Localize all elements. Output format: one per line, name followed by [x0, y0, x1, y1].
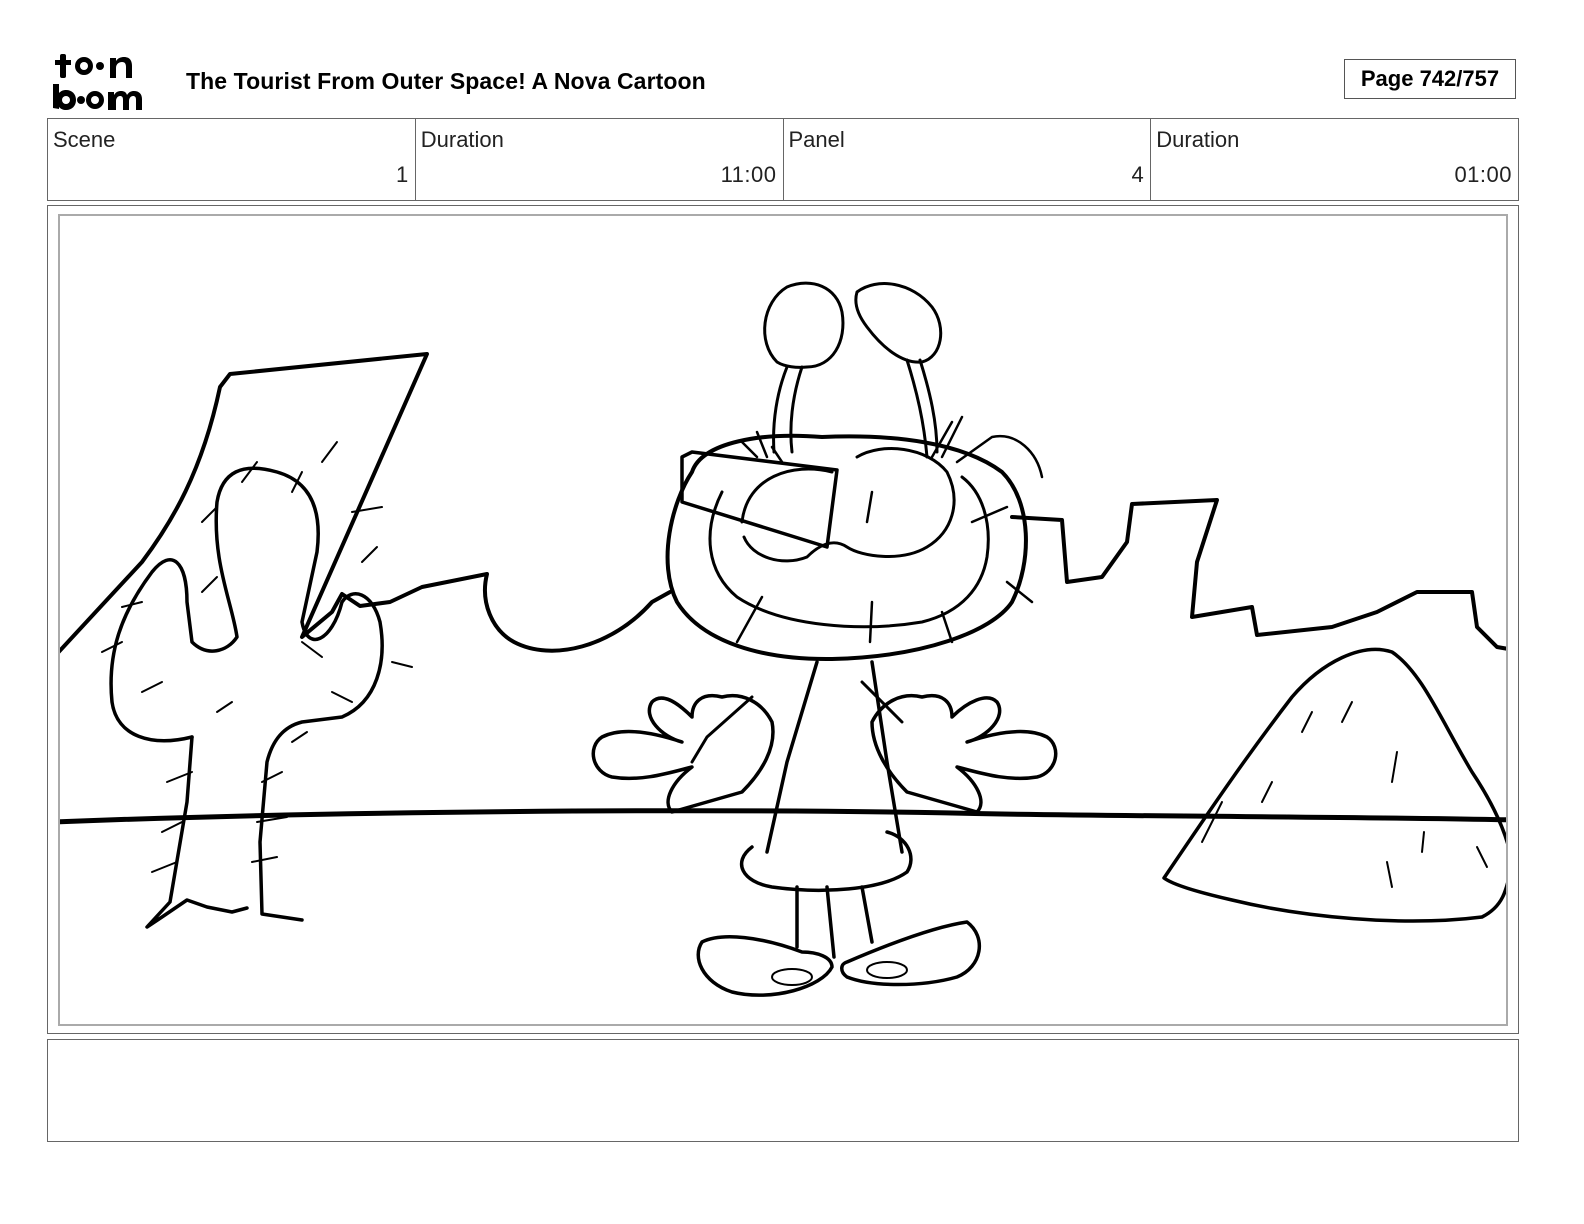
ridge-right [1010, 498, 1506, 651]
panel-label: Panel [788, 127, 845, 152]
left-foot [696, 935, 834, 997]
alien-inner-face [740, 447, 956, 563]
scene-duration-cell: Duration 11:00 [416, 119, 784, 200]
rock-mound [1162, 647, 1506, 923]
right-eye [854, 282, 943, 364]
ground-line [60, 808, 1506, 825]
panel-sketch [60, 281, 1506, 997]
alien-mouth [708, 475, 990, 629]
alien-legs [795, 885, 874, 959]
right-foot [840, 920, 982, 987]
panel-cell: Panel 4 [784, 119, 1152, 200]
panel-duration-label: Duration [1156, 127, 1240, 152]
panel-notes-text [48, 1040, 1518, 1056]
toonboom-logo-mark [53, 54, 142, 110]
right-hand [870, 694, 1058, 814]
cactus [109, 466, 384, 922]
alien-visor [680, 450, 839, 549]
right-toe-pad [866, 961, 908, 979]
alien-mustache-lines [735, 490, 1034, 644]
rock-mound-strokes [1201, 701, 1488, 888]
scene-cell: Scene 1 [48, 119, 416, 200]
left-hand [591, 694, 775, 814]
alien-belly-ring [739, 830, 913, 892]
mesa-outline [60, 352, 672, 654]
scene-label: Scene [53, 127, 116, 152]
page-indicator: Page 742/757 [1344, 59, 1516, 99]
panel-duration-cell: Duration 01:00 [1151, 119, 1518, 200]
panel-notes-box [47, 1039, 1519, 1142]
toonboom-logo [50, 50, 162, 112]
left-stalk [772, 365, 804, 454]
panel-value: 4 [1131, 162, 1145, 187]
storyboard-title: The Tourist From Outer Space! A Nova Car… [186, 68, 706, 94]
cactus-spines [101, 441, 413, 873]
scene-duration-label: Duration [420, 127, 504, 152]
panel-duration-value: 01:00 [1454, 162, 1512, 187]
left-toe-pad [771, 968, 813, 986]
left-eye [763, 281, 845, 369]
scene-info-row: Scene 1 Duration 11:00 Panel 4 Duration … [47, 118, 1519, 201]
panel-image [58, 214, 1508, 1026]
scene-duration-value: 11:00 [720, 162, 777, 187]
scene-value: 1 [396, 162, 409, 187]
